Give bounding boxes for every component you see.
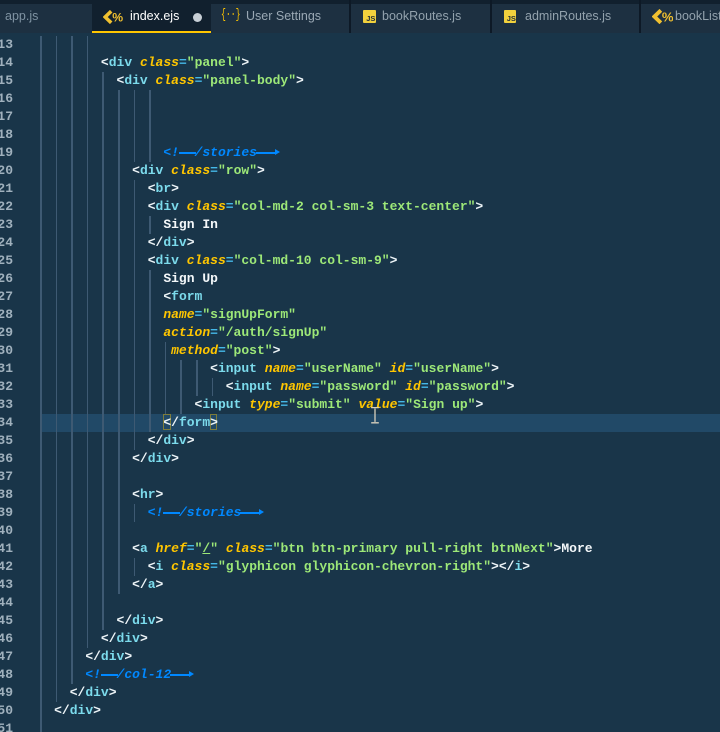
svg-text:%: % (661, 9, 673, 24)
svg-text:%: % (112, 10, 123, 24)
